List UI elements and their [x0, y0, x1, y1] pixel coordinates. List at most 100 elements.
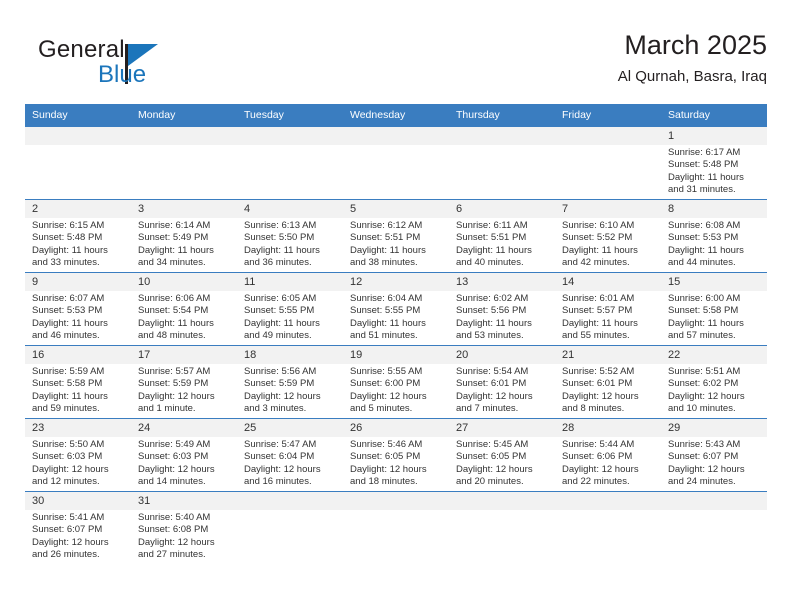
day-sun-info: Sunrise: 6:05 AM Sunset: 5:55 PM Daylight:…: [237, 291, 343, 343]
calendar-day-cell[interactable]: 27 Sunrise: 5:45 AM Sunset: 6:05 PM Dayligh…: [449, 418, 555, 492]
day-daylight2-text: and 42 minutes.: [562, 257, 630, 269]
day-number: 17: [131, 346, 237, 364]
day-sunrise-text: Sunrise: 6:14 AM: [138, 220, 211, 231]
day-number: 13: [449, 273, 555, 291]
weekday-header-friday: Friday: [555, 104, 661, 127]
calendar-day-cell[interactable]: 3 Sunrise: 6:14 AM Sunset: 5:49 PM Daylight…: [131, 199, 237, 273]
day-daylight2-text: and 5 minutes.: [350, 403, 413, 415]
day-sunrise-text: Sunrise: 6:15 AM: [32, 220, 105, 231]
calendar-day-cell[interactable]: 10 Sunrise: 6:06 AM Sunset: 5:54 PM Dayligh…: [131, 272, 237, 346]
day-number: [131, 127, 237, 145]
day-daylight2-text: and 10 minutes.: [668, 403, 736, 415]
day-daylight1-text: Daylight: 11 hours: [668, 317, 744, 329]
day-number: 12: [343, 273, 449, 291]
calendar-day-cell[interactable]: 20 Sunrise: 5:54 AM Sunset: 6:01 PM Dayligh…: [449, 345, 555, 419]
calendar-day-cell[interactable]: 16 Sunrise: 5:59 AM Sunset: 5:58 PM Dayligh…: [25, 345, 131, 419]
day-sunset-text: Sunset: 5:49 PM: [138, 232, 209, 244]
page-title: March 2025: [624, 30, 767, 60]
day-sunrise-text: Sunrise: 5:49 AM: [138, 439, 211, 450]
day-sunrise-text: Sunrise: 5:43 AM: [668, 439, 741, 450]
day-daylight1-text: Daylight: 12 hours: [350, 463, 427, 475]
day-daylight2-text: and 26 minutes.: [32, 549, 100, 561]
logo-text-general: General: [38, 36, 125, 63]
day-sunset-text: Sunset: 5:56 PM: [456, 305, 527, 317]
day-sun-info: Sunrise: 6:07 AM Sunset: 5:53 PM Daylight:…: [25, 291, 131, 343]
calendar-day-cell[interactable]: 1 Sunrise: 6:17 AM Sunset: 5:48 PM Daylight…: [661, 127, 767, 200]
calendar-week-row: 9 Sunrise: 6:07 AM Sunset: 5:53 PM Daylight…: [25, 272, 767, 346]
day-sun-info: Sunrise: 5:49 AM Sunset: 6:03 PM Daylight:…: [131, 437, 237, 489]
calendar-day-cell[interactable]: 17 Sunrise: 5:57 AM Sunset: 5:59 PM Dayligh…: [131, 345, 237, 419]
calendar-day-cell[interactable]: 8 Sunrise: 6:08 AM Sunset: 5:53 PM Daylight…: [661, 199, 767, 273]
calendar-cell-empty: [237, 127, 343, 200]
day-number: 1: [661, 127, 767, 145]
calendar-day-cell[interactable]: 12 Sunrise: 6:04 AM Sunset: 5:55 PM Dayligh…: [343, 272, 449, 346]
calendar-day-cell[interactable]: 11 Sunrise: 6:05 AM Sunset: 5:55 PM Dayligh…: [237, 272, 343, 346]
calendar-day-cell[interactable]: 18 Sunrise: 5:56 AM Sunset: 5:59 PM Dayligh…: [237, 345, 343, 419]
day-daylight1-text: Daylight: 11 hours: [456, 244, 532, 256]
calendar-day-cell[interactable]: 28 Sunrise: 5:44 AM Sunset: 6:06 PM Dayligh…: [555, 418, 661, 492]
day-daylight1-text: Daylight: 12 hours: [668, 463, 745, 475]
day-daylight2-text: and 49 minutes.: [244, 330, 312, 342]
calendar-day-cell[interactable]: 13 Sunrise: 6:02 AM Sunset: 5:56 PM Dayligh…: [449, 272, 555, 346]
weekday-header-thursday: Thursday: [449, 104, 555, 127]
calendar-day-cell[interactable]: 2 Sunrise: 6:15 AM Sunset: 5:48 PM Daylight…: [25, 199, 131, 273]
day-number: 24: [131, 419, 237, 437]
day-daylight2-text: and 48 minutes.: [138, 330, 206, 342]
calendar-day-cell[interactable]: 31 Sunrise: 5:40 AM Sunset: 6:08 PM Dayligh…: [131, 491, 237, 564]
day-sunrise-text: Sunrise: 5:45 AM: [456, 439, 529, 450]
calendar-day-cell[interactable]: 5 Sunrise: 6:12 AM Sunset: 5:51 PM Daylight…: [343, 199, 449, 273]
calendar-day-cell[interactable]: 24 Sunrise: 5:49 AM Sunset: 6:03 PM Dayligh…: [131, 418, 237, 492]
day-daylight1-text: Daylight: 11 hours: [32, 390, 108, 402]
day-sunset-text: Sunset: 6:07 PM: [32, 524, 103, 536]
calendar-day-cell[interactable]: 14 Sunrise: 6:01 AM Sunset: 5:57 PM Dayligh…: [555, 272, 661, 346]
general-blue-logo[interactable]: General Blue: [38, 36, 238, 94]
calendar-day-cell[interactable]: 30 Sunrise: 5:41 AM Sunset: 6:07 PM Dayligh…: [25, 491, 131, 564]
calendar-day-cell[interactable]: 6 Sunrise: 6:11 AM Sunset: 5:51 PM Daylight…: [449, 199, 555, 273]
day-daylight1-text: Daylight: 12 hours: [138, 463, 215, 475]
day-sun-info: Sunrise: 6:10 AM Sunset: 5:52 PM Daylight:…: [555, 218, 661, 270]
day-daylight1-text: Daylight: 12 hours: [244, 390, 321, 402]
day-number: 8: [661, 200, 767, 218]
day-sunrise-text: Sunrise: 5:54 AM: [456, 366, 529, 377]
calendar-day-cell[interactable]: 23 Sunrise: 5:50 AM Sunset: 6:03 PM Dayligh…: [25, 418, 131, 492]
day-number: 16: [25, 346, 131, 364]
day-sun-info: Sunrise: 6:04 AM Sunset: 5:55 PM Daylight:…: [343, 291, 449, 343]
day-daylight2-text: and 33 minutes.: [32, 257, 100, 269]
day-sunrise-text: Sunrise: 6:04 AM: [350, 293, 423, 304]
day-sun-info: Sunrise: 6:15 AM Sunset: 5:48 PM Daylight:…: [25, 218, 131, 270]
day-daylight2-text: and 27 minutes.: [138, 549, 206, 561]
day-daylight2-text: and 3 minutes.: [244, 403, 307, 415]
day-sunrise-text: Sunrise: 5:57 AM: [138, 366, 211, 377]
day-number: 14: [555, 273, 661, 291]
calendar-day-cell[interactable]: 19 Sunrise: 5:55 AM Sunset: 6:00 PM Dayligh…: [343, 345, 449, 419]
day-sun-info: Sunrise: 5:40 AM Sunset: 6:08 PM Daylight:…: [131, 510, 237, 562]
day-sunrise-text: Sunrise: 6:07 AM: [32, 293, 105, 304]
calendar-day-cell[interactable]: 25 Sunrise: 5:47 AM Sunset: 6:04 PM Dayligh…: [237, 418, 343, 492]
calendar-day-cell[interactable]: 15 Sunrise: 6:00 AM Sunset: 5:58 PM Dayligh…: [661, 272, 767, 346]
calendar-day-cell[interactable]: 9 Sunrise: 6:07 AM Sunset: 5:53 PM Daylight…: [25, 272, 131, 346]
day-sunrise-text: Sunrise: 6:12 AM: [350, 220, 423, 231]
day-daylight2-text: and 24 minutes.: [668, 476, 736, 488]
day-sunrise-text: Sunrise: 6:00 AM: [668, 293, 741, 304]
day-number: 23: [25, 419, 131, 437]
day-number: 19: [343, 346, 449, 364]
day-daylight2-text: and 57 minutes.: [668, 330, 736, 342]
calendar-day-cell[interactable]: 22 Sunrise: 5:51 AM Sunset: 6:02 PM Dayligh…: [661, 345, 767, 419]
day-number: 31: [131, 492, 237, 510]
day-daylight1-text: Daylight: 11 hours: [138, 244, 214, 256]
day-number: [237, 492, 343, 510]
day-sun-info: Sunrise: 5:45 AM Sunset: 6:05 PM Daylight:…: [449, 437, 555, 489]
day-sunrise-text: Sunrise: 6:02 AM: [456, 293, 529, 304]
day-daylight2-text: and 51 minutes.: [350, 330, 418, 342]
calendar-day-cell[interactable]: 21 Sunrise: 5:52 AM Sunset: 6:01 PM Dayligh…: [555, 345, 661, 419]
calendar-day-cell[interactable]: 29 Sunrise: 5:43 AM Sunset: 6:07 PM Dayligh…: [661, 418, 767, 492]
calendar-day-cell[interactable]: 7 Sunrise: 6:10 AM Sunset: 5:52 PM Daylight…: [555, 199, 661, 273]
calendar-day-cell[interactable]: 4 Sunrise: 6:13 AM Sunset: 5:50 PM Daylight…: [237, 199, 343, 273]
day-number: 27: [449, 419, 555, 437]
calendar-day-cell[interactable]: 26 Sunrise: 5:46 AM Sunset: 6:05 PM Dayligh…: [343, 418, 449, 492]
day-sunset-text: Sunset: 5:58 PM: [668, 305, 739, 317]
day-daylight1-text: Daylight: 12 hours: [350, 390, 427, 402]
weekday-header-sunday: Sunday: [25, 104, 131, 127]
day-sun-info: Sunrise: 6:00 AM Sunset: 5:58 PM Daylight:…: [661, 291, 767, 343]
day-daylight2-text: and 16 minutes.: [244, 476, 312, 488]
